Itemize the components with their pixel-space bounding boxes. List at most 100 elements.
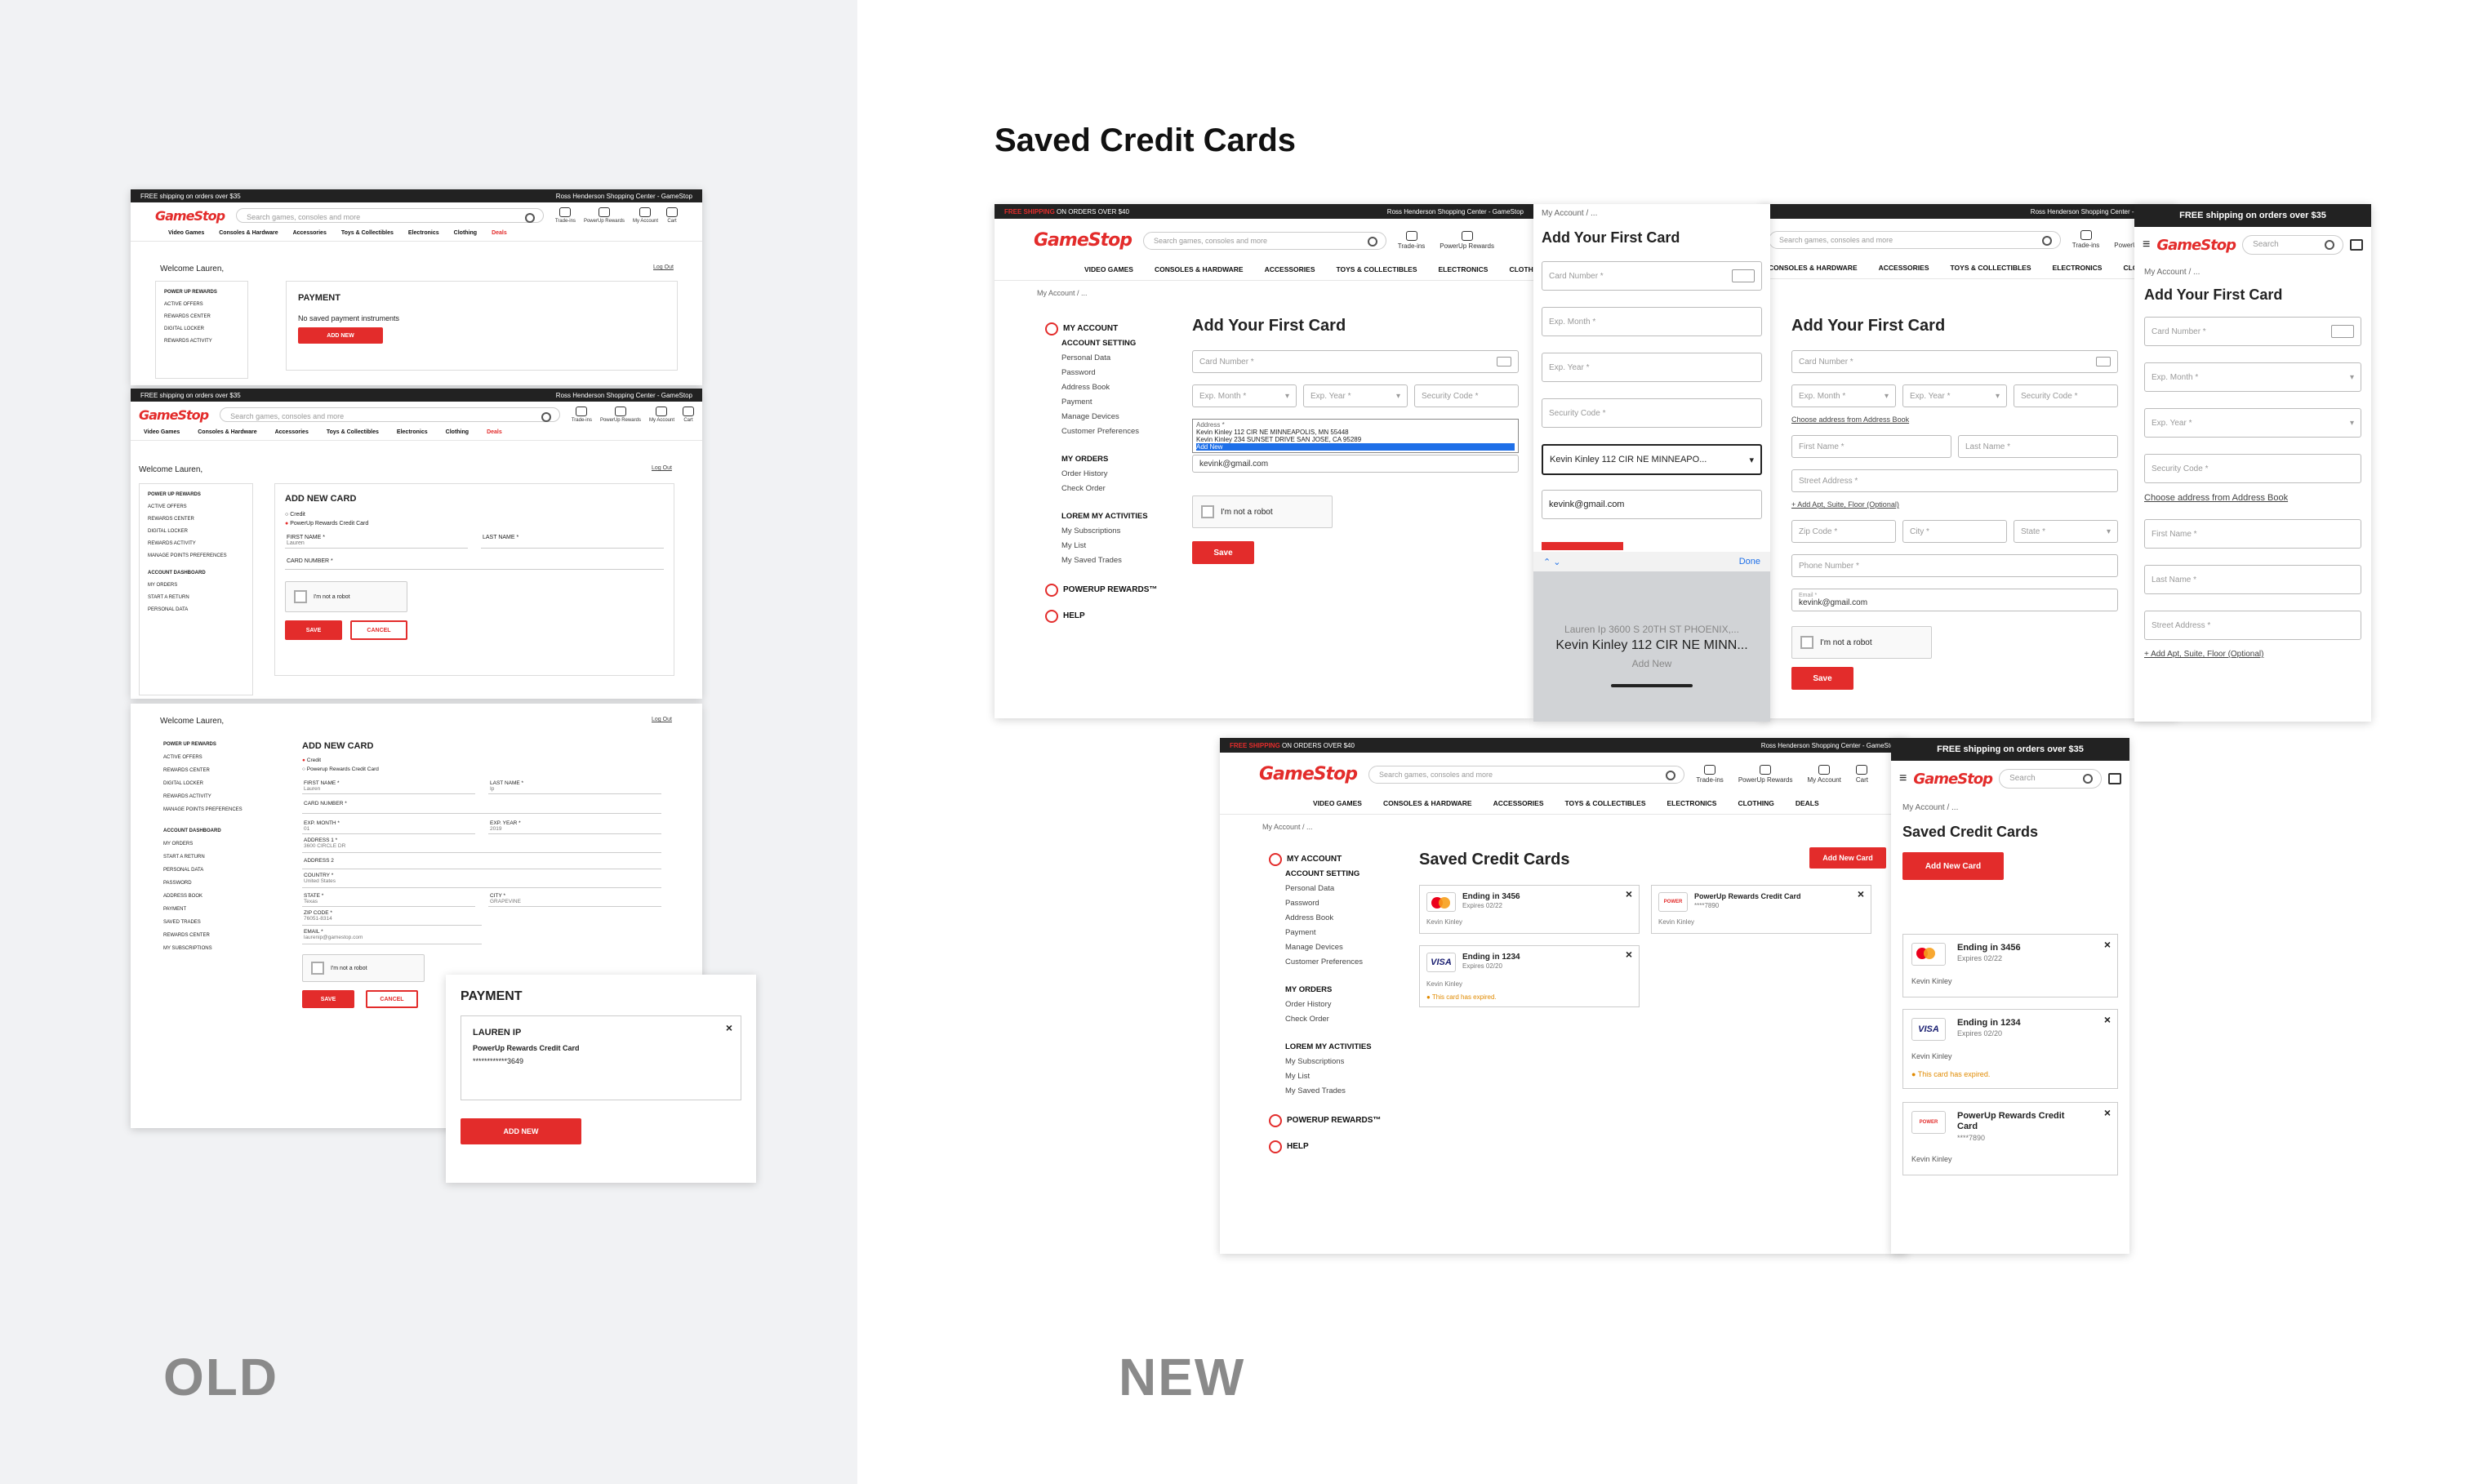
address-select-open[interactable]: Address * Kevin Kinley 112 CIR NE MINNEA… — [1192, 419, 1519, 453]
new-add-card-mobile: FREE shipping on orders over $35 ≡ GameSt… — [2134, 204, 2371, 722]
close-icon[interactable]: × — [1626, 887, 1632, 900]
page-title: Saved Credit Cards — [1419, 851, 1570, 869]
choose-address-link[interactable]: Choose address from Address Book — [1791, 415, 2118, 424]
checkbox-icon[interactable] — [1201, 505, 1214, 518]
old-design-panel: OLD FREE shipping on orders over $35 Ross… — [0, 0, 857, 1484]
close-icon[interactable]: × — [2104, 1013, 2111, 1026]
search-input[interactable]: Search games, consoles and more — [220, 407, 560, 422]
exp-year-select[interactable]: Exp. Year * ▾ — [1902, 384, 2007, 407]
old-sidebar: POWER UP REWARDS ACTIVE OFFERS REWARDS C… — [163, 742, 243, 951]
phone-field[interactable]: Phone Number * — [1791, 554, 2118, 577]
add-apt-link[interactable]: + Add Apt, Suite, Floor (Optional) — [1791, 500, 2118, 509]
email-field[interactable]: kevink@gmail.com — [1192, 455, 1519, 473]
card-number-field[interactable]: Card Number * — [1192, 350, 1519, 373]
gamestop-logo[interactable]: GameStop — [155, 208, 225, 224]
exp-month-select[interactable]: Exp. Month * ▾ — [1791, 384, 1896, 407]
cancel-button[interactable]: CANCEL — [366, 990, 418, 1008]
saved-card-powerup[interactable]: POWER PowerUp Rewards Credit Card ****78… — [1651, 885, 1871, 934]
chevron-down-icon: ▾ — [2349, 418, 2354, 428]
old-payment-empty-screen: FREE shipping on orders over $35 Ross Hen… — [131, 189, 702, 385]
recaptcha[interactable]: I'm not a robot — [285, 581, 407, 612]
exp-year-select[interactable]: Exp. Year * ▾ — [1303, 384, 1408, 407]
first-name-field[interactable]: First Name * — [1791, 435, 1951, 458]
expired-warning: ● This card has expired. — [1911, 1070, 1991, 1078]
ios-picker: ⌃ ⌄ Done Lauren Ip 3600 S 20TH ST PHOENI… — [1533, 552, 1770, 722]
warning-icon: ● — [1911, 1070, 1916, 1078]
visa-icon: VISA — [1426, 953, 1456, 972]
new-add-card-desktop-dropdown: FREE SHIPPING ON ORDERS OVER $40 Ross Hen… — [995, 204, 1533, 718]
new-saved-cards-mobile: FREE shipping on orders over $35 ≡ GameSt… — [1891, 738, 2129, 1254]
chevron-down-icon: ▾ — [2106, 527, 2111, 536]
saved-card-mastercard[interactable]: Ending in 3456 Expires 02/22 Kevin Kinle… — [1419, 885, 1640, 934]
checkbox-icon[interactable] — [294, 590, 307, 603]
close-icon[interactable]: × — [726, 1021, 732, 1034]
section-title: Saved Credit Cards — [995, 122, 1297, 158]
save-button[interactable]: SAVE — [285, 620, 342, 640]
chevron-up-icon[interactable]: ⌃ ⌄ — [1543, 557, 1561, 567]
warning-icon: ● — [1426, 993, 1431, 1001]
save-button[interactable]: Save — [1791, 667, 1853, 690]
exp-month-select[interactable]: Exp. Month * ▾ — [1192, 384, 1297, 407]
new-saved-cards-desktop: FREE SHIPPING ON ORDERS OVER $40 Ross Hen… — [1220, 738, 1907, 1254]
security-code-field[interactable]: Security Code * — [2014, 384, 2118, 407]
credit-card-icon — [2096, 357, 2111, 367]
zip-code-field[interactable]: Zip Code * — [1791, 520, 1896, 543]
close-icon[interactable]: × — [1626, 948, 1632, 961]
state-select[interactable]: State * ▾ — [2014, 520, 2118, 543]
search-input[interactable]: Search games, consoles and more — [1142, 231, 1386, 250]
close-icon[interactable]: × — [2104, 938, 2111, 951]
gamestop-logo[interactable]: GameStop — [139, 407, 209, 423]
breadcrumb[interactable]: My Account / ... — [995, 281, 1533, 305]
city-field[interactable]: City * — [1902, 520, 2007, 543]
checkbox-icon[interactable] — [311, 962, 324, 975]
card-number-field[interactable]: Card Number * — [1791, 350, 2118, 373]
cart-icon[interactable] — [2108, 773, 2121, 784]
saved-card-mastercard[interactable]: Ending in 3456 Expires 02/22 Kevin Kinle… — [1902, 934, 2118, 997]
street-address-field[interactable]: Street Address * — [1791, 469, 2118, 492]
search-input[interactable]: Search games, consoles and more — [1769, 230, 2061, 249]
close-icon[interactable]: × — [1858, 887, 1864, 900]
recaptcha[interactable]: I'm not a robot — [1791, 626, 1932, 659]
first-name-field[interactable]: FIRST NAME * Lauren — [285, 533, 468, 549]
save-button[interactable]: Save — [1192, 541, 1254, 564]
old-label: OLD — [163, 1348, 279, 1406]
recaptcha[interactable]: I'm not a robot — [1192, 495, 1333, 528]
saved-card-visa[interactable]: VISA Ending in 1234 Expires 02/20 Kevin … — [1902, 1009, 2118, 1089]
new-label: NEW — [1119, 1348, 1246, 1406]
email-field[interactable]: kevink@gmail.com — [1542, 490, 1762, 519]
last-name-field[interactable]: LAST NAME * — [481, 533, 664, 549]
account-sidebar: MY ACCOUNT ACCOUNT SETTING Personal Data… — [1269, 841, 1400, 1154]
checkbox-icon[interactable] — [1800, 636, 1813, 649]
saved-card-powerup[interactable]: POWER PowerUp Rewards Credit Card ****78… — [1902, 1102, 2118, 1175]
chevron-down-icon: ▾ — [2349, 372, 2354, 382]
card-number-field[interactable]: CARD NUMBER * — [285, 553, 664, 570]
search-input[interactable]: Search games, consoles and more — [1368, 765, 1685, 784]
chevron-down-icon: ▾ — [1884, 391, 1889, 401]
hamburger-icon[interactable]: ≡ — [2143, 238, 2150, 252]
add-new-card-button[interactable]: Add New Card — [1902, 852, 2004, 880]
add-new-button[interactable]: ADD NEW — [298, 327, 383, 344]
mastercard-icon — [1426, 892, 1456, 912]
cart-icon[interactable] — [2350, 239, 2363, 251]
account-sidebar: MY ACCOUNT ACCOUNT SETTING Personal Data… — [1045, 310, 1168, 624]
cancel-button[interactable]: CANCEL — [350, 620, 407, 640]
gamestop-logo[interactable]: GameStop — [1034, 230, 1133, 251]
saved-card-visa[interactable]: VISA Ending in 1234 Expires 02/20 Kevin … — [1419, 945, 1640, 1007]
done-button[interactable]: Done — [1739, 557, 1760, 566]
credit-card-icon — [2331, 325, 2354, 338]
add-new-button[interactable]: ADD NEW — [461, 1118, 581, 1144]
hamburger-icon[interactable]: ≡ — [1899, 771, 1907, 786]
email-field[interactable]: Email * kevink@gmail.com — [1791, 589, 2118, 611]
search-input[interactable]: Search games, consoles and more — [236, 208, 544, 223]
old-sidebar: POWER UP REWARDS ACTIVE OFFERS REWARDS C… — [155, 281, 248, 379]
save-button[interactable]: SAVE — [302, 990, 354, 1008]
close-icon[interactable]: × — [2104, 1106, 2111, 1119]
old-payment-list-popup: PAYMENT LAUREN IP PowerUp Rewards Credit… — [446, 975, 756, 1183]
saved-card-tile[interactable]: LAUREN IP PowerUp Rewards Credit Card **… — [461, 1015, 741, 1100]
address-select[interactable]: Kevin Kinley 112 CIR NE MINNEAPO... ▾ — [1542, 444, 1762, 475]
security-code-field[interactable]: Security Code * — [1414, 384, 1519, 407]
add-new-card-button[interactable]: Add New Card — [1809, 847, 1886, 869]
last-name-field[interactable]: Last Name * — [1958, 435, 2118, 458]
gamestop-logo[interactable]: GameStop — [1259, 764, 1358, 784]
old-add-card-screen: FREE shipping on orders over $35 Ross Hen… — [131, 389, 702, 699]
